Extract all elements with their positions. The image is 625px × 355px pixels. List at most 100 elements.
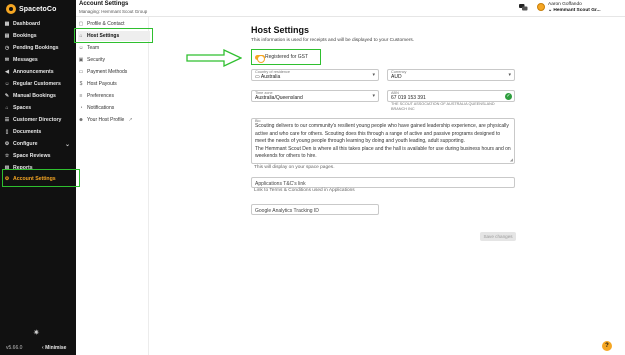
page-subtitle: Managing: Hemmant Scout Group <box>79 9 148 14</box>
subnav-item-security[interactable]: ▣ Security <box>78 55 150 65</box>
payout-icon: $ <box>79 81 83 87</box>
sidebar-item-bookings[interactable]: ▤ Bookings <box>4 31 74 41</box>
calendar-icon: ▤ <box>4 33 10 39</box>
settings-subnav: ▢ Profile & Contact ⌂ Host Settings ☺ Te… <box>76 17 150 355</box>
user-org-label: Hemmant Scout Gr... <box>553 8 601 13</box>
sidebar-item-label: Dashboard <box>13 21 41 27</box>
sidebar-item-space-reviews[interactable]: ☆ Space Reviews <box>4 151 74 161</box>
annotation-box-host-settings <box>74 28 153 43</box>
sidebar-item-spaces[interactable]: ⌂ Spaces <box>4 103 74 113</box>
abn-business-name: THE SCOUT ASSOCIATION OF AUSTRALIA QUEEN… <box>391 102 495 111</box>
currency-value: AUD <box>391 74 402 80</box>
sidebar-item-documents[interactable]: ▯ Documents <box>4 127 74 137</box>
sidebar-item-label: Configure <box>13 141 38 147</box>
subnav-item-notifications[interactable]: ◔ Notifications <box>78 103 150 113</box>
bio-text: Scouting delivers to our community's res… <box>255 123 511 159</box>
ga-tracking-placeholder: Google Analytics Tracking ID <box>255 207 319 214</box>
chat-icon[interactable] <box>519 4 528 12</box>
sidebar-item-regular-customers[interactable]: ☺ Regular Customers <box>4 79 74 89</box>
currency-select[interactable]: Currency AUD ▾ <box>387 69 515 81</box>
sidebar-item-messages[interactable]: ✉ Messages <box>4 55 74 65</box>
sidebar-item-customer-directory[interactable]: ☰ Customer Directory <box>4 115 74 125</box>
country-select[interactable]: Country of residence ▭ Australia ▾ <box>251 69 379 81</box>
logo-text: SpacetoCo <box>19 5 57 13</box>
flag-icon: ▭ <box>255 74 260 80</box>
subnav-item-label: Your Host Profile <box>87 117 125 123</box>
megaphone-icon: ◀ <box>5 69 9 75</box>
abn-value: 67 019 153 391 <box>391 95 426 101</box>
section-title: Host Settings <box>251 25 310 35</box>
lock-icon: ▣ <box>78 57 84 63</box>
sidebar-item-label: Messages <box>13 57 38 63</box>
subnav-item-label: Profile & Contact <box>87 21 125 27</box>
sidebar-item-pending-bookings[interactable]: ◷ Pending Bookings <box>4 43 74 53</box>
subnav-item-your-host-profile[interactable]: ☻ Your Host Profile ↗ <box>78 115 150 125</box>
sidebar-item-label: Announcements <box>13 69 54 75</box>
clock-icon: ◷ <box>4 45 10 51</box>
subnav-item-label: Notifications <box>87 105 115 111</box>
user-name[interactable]: Aaron Goffando <box>548 2 582 7</box>
card-icon: ▭ <box>78 69 84 75</box>
document-icon: ▯ <box>5 129 9 135</box>
app-logo[interactable]: SpacetoCo <box>6 3 56 15</box>
annotation-arrow-icon <box>186 49 242 67</box>
app-version: v5.66.0 <box>6 345 23 351</box>
tc-link-input[interactable]: Applications T&C's link <box>251 177 515 188</box>
page-title: Account Settings <box>79 1 129 7</box>
sidebar-item-dashboard[interactable]: ▦ Dashboard <box>4 19 74 29</box>
profile-icon: ▢ <box>78 21 84 27</box>
bio-hint: This will display on your space pages. <box>254 165 335 170</box>
subnav-item-payment-methods[interactable]: ▭ Payment Methods <box>78 67 150 77</box>
star-icon: ☆ <box>4 153 10 159</box>
minimise-button[interactable]: ‹ Minimise <box>42 345 66 351</box>
mail-icon: ✉ <box>4 57 10 63</box>
resize-handle-icon[interactable]: ◢ <box>510 157 513 162</box>
sidebar-item-label: Pending Bookings <box>13 45 59 51</box>
minimise-label: Minimise <box>45 345 67 351</box>
country-value: ▭ Australia <box>255 74 280 80</box>
bio-textarea[interactable]: Bio Scouting delivers to our community's… <box>251 118 515 164</box>
subnav-item-host-payouts[interactable]: $ Host Payouts <box>78 79 150 89</box>
logo-icon <box>6 4 16 14</box>
subnav-item-preferences[interactable]: ≡ Preferences <box>78 91 150 101</box>
sidebar-item-label: Spaces <box>13 105 32 111</box>
sidebar-item-label: Customer Directory <box>13 117 62 123</box>
sidebar-item-manual-bookings[interactable]: ✎ Manual Bookings <box>4 91 74 101</box>
subnav-item-label: Preferences <box>87 93 114 99</box>
app-window: SpacetoCo ▦ Dashboard ▤ Bookings ◷ Pendi… <box>0 0 625 355</box>
user-org[interactable]: ⌄ Hemmant Scout Gr... <box>548 8 601 13</box>
chevron-down-icon: ▾ <box>372 72 375 78</box>
home-icon: ⌂ <box>5 105 9 111</box>
check-icon: ✓ <box>505 92 512 100</box>
host-settings-panel: Host Settings This information is used f… <box>150 17 625 355</box>
sidebar-item-configure[interactable]: ⚙ Configure ⌄ <box>4 139 74 149</box>
sidebar-item-label: Manual Bookings <box>13 93 56 99</box>
subnav-item-label: Payment Methods <box>87 69 128 75</box>
sidebar-item-announcements[interactable]: ◀ Announcements <box>4 67 74 77</box>
chevron-down-icon: ▾ <box>508 72 511 78</box>
subnav-item-team[interactable]: ☺ Team <box>78 43 150 53</box>
annotation-box-gst-toggle <box>251 49 321 65</box>
chevron-down-icon[interactable]: ⌄ <box>65 141 70 148</box>
sidebar-item-label: Regular Customers <box>13 81 61 87</box>
section-description: This information is used for receipts an… <box>251 38 415 43</box>
save-changes-button[interactable]: Save changes <box>480 232 516 241</box>
sidebar-item-label: Bookings <box>13 33 37 39</box>
sliders-icon: ≡ <box>79 93 83 99</box>
avatar[interactable] <box>537 3 545 11</box>
theme-toggle-icon[interactable]: ✷ <box>33 328 40 337</box>
contacts-icon: ☰ <box>4 117 10 123</box>
help-button[interactable]: ? <box>602 341 612 351</box>
chevron-down-icon: ▾ <box>372 93 375 99</box>
bell-icon: ◔ <box>79 105 83 111</box>
tc-link-placeholder: Applications T&C's link <box>255 180 306 187</box>
users-icon: ☺ <box>4 81 10 87</box>
edit-icon: ✎ <box>4 93 10 99</box>
timezone-select[interactable]: Time zone Australia/Queensland ▾ <box>251 90 379 102</box>
sidebar-item-label: Documents <box>13 129 42 135</box>
sidebar-item-label: Space Reviews <box>13 153 51 159</box>
ga-tracking-input[interactable]: Google Analytics Tracking ID <box>251 204 379 215</box>
settings-icon: ⚙ <box>4 141 10 147</box>
timezone-value: Australia/Queensland <box>255 95 303 101</box>
abn-field[interactable]: ABN 67 019 153 391 ✓ <box>387 90 515 102</box>
